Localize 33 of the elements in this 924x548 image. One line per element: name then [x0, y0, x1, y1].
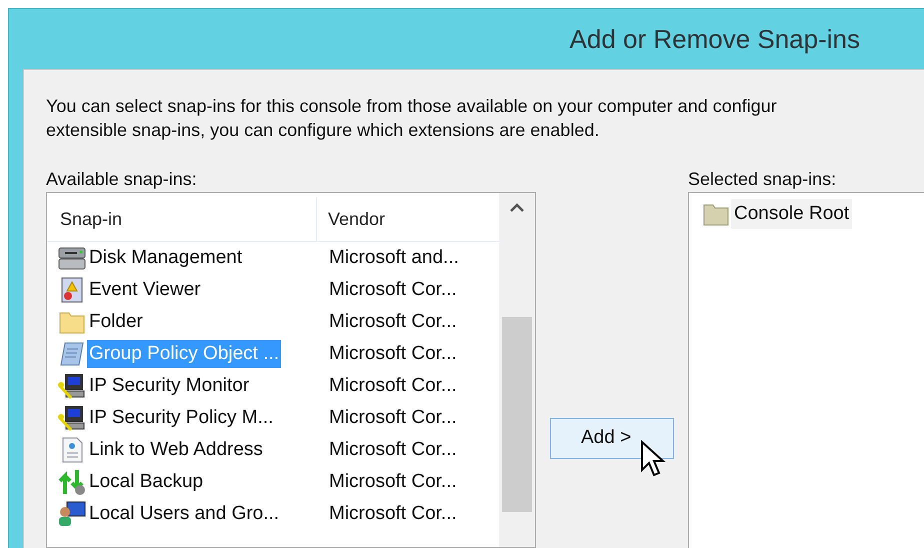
- scroll-up-icon[interactable]: [509, 203, 525, 213]
- selected-snapins-label: Selected snap-ins:: [688, 168, 836, 190]
- column-header[interactable]: Snap-in: [47, 197, 317, 241]
- vendor-text: Microsoft Cor...: [328, 374, 457, 398]
- computer-key-icon: [57, 404, 87, 432]
- vendor-text: Microsoft Cor...: [328, 406, 457, 430]
- snapin-name[interactable]: Event Viewer: [87, 276, 203, 304]
- snapin-name[interactable]: Local Users and Gro...: [87, 500, 282, 528]
- snapin-name[interactable]: IP Security Monitor: [87, 372, 252, 400]
- vendor-text: Microsoft Cor...: [328, 278, 457, 302]
- snapin-name[interactable]: Folder: [87, 308, 145, 336]
- snapin-name[interactable]: IP Security Policy M...: [87, 404, 276, 432]
- vendor-text: Microsoft Cor...: [328, 342, 457, 366]
- computer-key-icon: [57, 372, 87, 400]
- vendor-text: Microsoft Cor...: [328, 502, 457, 526]
- snapin-name[interactable]: Link to Web Address: [87, 436, 265, 464]
- description-text: extensible snap-ins, you can configure which extensions are enabled.: [46, 119, 600, 142]
- scrollbar[interactable]: [499, 193, 535, 547]
- vendor-text: Microsoft Cor...: [328, 470, 457, 494]
- vendor-text: Microsoft and...: [328, 246, 459, 270]
- scrollbar-thumb[interactable]: [502, 317, 532, 512]
- description-text: You can select snap-ins for this console from those available on your computer and configur: [46, 95, 778, 118]
- snapin-name[interactable]: Local Backup: [87, 468, 206, 496]
- users-monitor-icon: [57, 500, 87, 528]
- up-down-arrows-icon: [57, 468, 87, 496]
- window-title: Add or Remove Snap-ins: [570, 22, 860, 56]
- snapin-name[interactable]: Disk Management: [87, 244, 244, 272]
- vendor-text: Microsoft Cor...: [328, 310, 457, 334]
- vendor-text: Microsoft Cor...: [328, 438, 457, 462]
- tree-item[interactable]: Console Root: [731, 199, 852, 229]
- available-snapins-label: Available snap-ins:: [46, 168, 197, 190]
- column-header[interactable]: Vendor: [317, 197, 499, 241]
- add-button[interactable]: Add >: [550, 418, 674, 459]
